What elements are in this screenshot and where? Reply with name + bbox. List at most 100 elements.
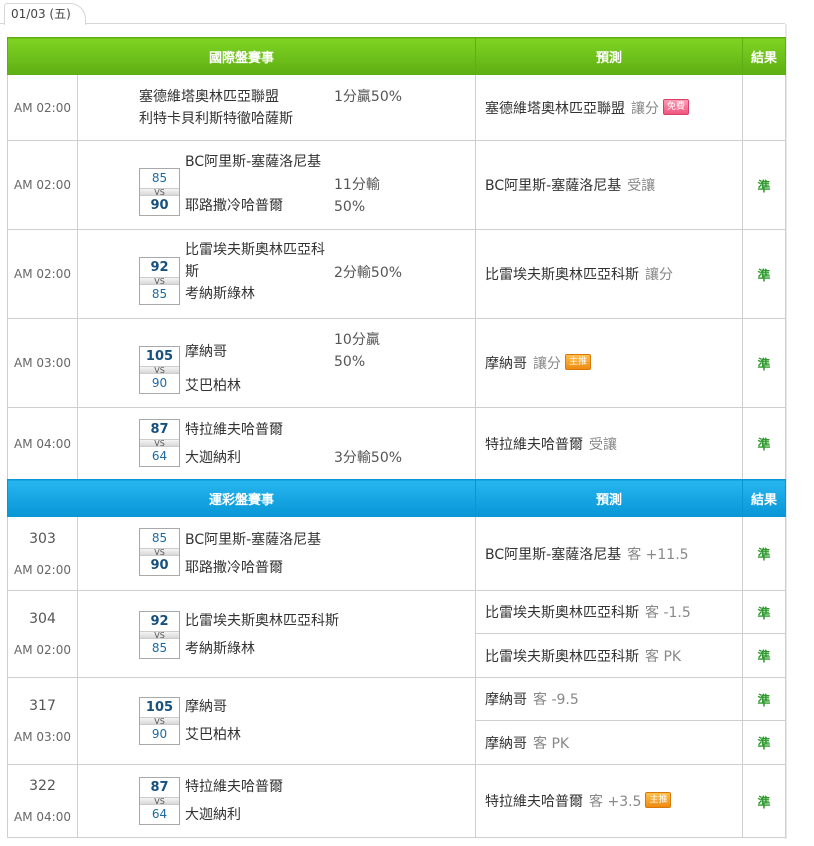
pred-pick: 受讓 [589, 436, 618, 453]
lottery-pred-header: 預測 [475, 479, 744, 517]
prediction-cell: 比雷埃夫斯奧林匹亞科斯客 PK [475, 633, 744, 678]
home-team[interactable]: BC阿里斯-塞薩洛尼基 [185, 151, 321, 173]
prediction-cell: 特拉維夫哈普爾客 +3.5 主推 [475, 764, 744, 838]
match-time: AM 02:00 [14, 562, 71, 577]
away-team[interactable]: 利特卡貝利斯特徹哈薩斯 [139, 108, 293, 130]
pred-team: BC阿里斯-塞薩洛尼基 [485, 546, 622, 563]
away-team[interactable]: 耶路撒冷哈普爾 [185, 195, 321, 217]
prediction-cell: 比雷埃夫斯奧林匹亞科斯客 -1.5 [475, 590, 744, 634]
pred-pick: 讓分 [645, 267, 674, 283]
home-score: 105 [145, 349, 174, 364]
result-cell: 準 [742, 633, 787, 678]
featured-badge: 主推 [645, 792, 672, 808]
pred-team: 摩納哥 [485, 735, 528, 752]
vs-label: VS [140, 439, 179, 448]
teams: BC阿里斯-塞薩洛尼基 耶路撒冷哈普爾 [185, 151, 321, 217]
home-team[interactable]: 塞德維塔奧林匹亞聯盟 [139, 86, 293, 108]
table-row: 303 AM 02:00 85 VS 90 BC阿里斯-塞薩洛尼基 耶路撒冷哈普… [7, 516, 787, 591]
match-time: AM 02:00 [7, 229, 78, 319]
home-team[interactable]: 摩納哥 [185, 696, 241, 718]
match-time-cell: 322 AM 04:00 [7, 764, 78, 838]
match-cell: 87 VS 64 特拉維夫哈普爾 大迦納利 [76, 764, 477, 838]
home-score: 85 [151, 531, 168, 545]
pred-pick: 讓分 [631, 100, 660, 117]
table-row: AM 02:00 塞德維塔奧林匹亞聯盟 利特卡貝利斯特徹哈薩斯 1分贏50% 塞… [7, 74, 787, 141]
teams: 摩納哥 艾巴柏林 [185, 341, 241, 397]
date-tab[interactable]: 01/03 (五) [4, 3, 86, 25]
prediction-cell: 特拉維夫哈普爾 受讓 [475, 407, 744, 480]
away-team[interactable]: 艾巴柏林 [185, 375, 241, 397]
home-team[interactable]: 比雷埃夫斯奧林匹亞科斯 [185, 610, 339, 632]
match-time: AM 02:00 [7, 140, 78, 230]
away-score: 64 [151, 807, 168, 821]
home-team[interactable]: 特拉維夫哈普爾 [185, 419, 283, 441]
away-team[interactable]: 艾巴柏林 [185, 724, 241, 746]
date-tab-bar: 01/03 (五) [0, 0, 785, 25]
prediction-cell: 摩納哥客 PK [475, 720, 744, 765]
odds-line-2: 50% [334, 354, 366, 370]
match-cell: 87 VS 64 特拉維夫哈普爾 大迦納利 3分輸50% [76, 407, 477, 480]
home-team[interactable]: BC阿里斯-塞薩洛尼基 [185, 529, 321, 551]
odds-line-2: 50% [334, 199, 366, 215]
home-score: 87 [150, 780, 169, 795]
prediction-cell: BC阿里斯-塞薩洛尼基 受讓 [475, 140, 744, 230]
vs-label: VS [140, 188, 179, 197]
score-box: 105 VS 90 [139, 346, 180, 394]
away-team[interactable]: 考納斯綠林 [185, 638, 339, 660]
score-box: 87 VS 64 [139, 777, 180, 825]
score-box: 85 VS 90 [139, 528, 180, 576]
pred-pick: 客 PK [533, 735, 570, 752]
pred-team: 特拉維夫哈普爾 [485, 794, 584, 810]
table-row: AM 02:00 85 VS 90 BC阿里斯-塞薩洛尼基 耶路撒冷哈普爾 11… [7, 140, 787, 230]
away-team[interactable]: 大迦納利 [185, 804, 283, 826]
pred-pick: 客 +3.5 [589, 794, 642, 810]
result-cell: 準 [742, 764, 787, 838]
pred-team: 比雷埃夫斯奧林匹亞科斯 [485, 267, 640, 283]
vs-label: VS [140, 277, 179, 286]
prediction-cell: 摩納哥 讓分 主推 [475, 318, 744, 408]
game-code: 322 [29, 778, 56, 794]
teams: 塞德維塔奧林匹亞聯盟 利特卡貝利斯特徹哈薩斯 [139, 86, 293, 130]
result-cell: 準 [742, 140, 787, 230]
match-time: AM 03:00 [7, 318, 78, 408]
prediction-cell: 比雷埃夫斯奧林匹亞科斯 讓分 [475, 229, 744, 319]
game-code: 317 [29, 698, 56, 714]
away-score: 90 [151, 727, 168, 741]
home-score: 87 [150, 422, 169, 437]
score-box: 105 VS 90 [139, 697, 180, 745]
odds-line-1: 10分贏 [334, 332, 380, 348]
intl-header-row: 國際盤賽事 預測 結果 [6, 37, 787, 75]
table-row: AM 03:00 105 VS 90 摩納哥 艾巴柏林 10分贏 50% 摩納哥… [7, 318, 787, 408]
match-time-cell: 317 AM 03:00 [7, 677, 78, 765]
lottery-result-header: 結果 [742, 479, 787, 517]
home-team[interactable]: 摩納哥 [185, 341, 241, 363]
lottery-title: 運彩盤賽事 [6, 479, 477, 517]
teams: 特拉維夫哈普爾 大迦納利 [185, 419, 283, 469]
home-score: 92 [150, 614, 169, 629]
teams: 比雷埃夫斯奧林匹亞科斯 考納斯綠林 [185, 610, 339, 660]
intl-title: 國際盤賽事 [6, 37, 477, 75]
table-row: 317 AM 03:00 105 VS 90 摩納哥 艾巴柏林 摩納哥 客 -9.… [7, 677, 787, 765]
match-cell: 92 VS 85 比雷埃夫斯奧林匹亞科 斯 考納斯綠林 2分輸50% [76, 229, 477, 319]
home-team[interactable]: 比雷埃夫斯奧林匹亞科 [185, 239, 325, 261]
home-team-cont[interactable]: 斯 [185, 261, 325, 283]
odds: 2分輸50% [334, 265, 403, 281]
table-row: 322 AM 04:00 87 VS 64 特拉維夫哈普爾 大迦納利 特拉維夫哈… [7, 764, 787, 838]
away-team[interactable]: 耶路撒冷哈普爾 [185, 557, 321, 579]
away-score: 64 [151, 449, 168, 463]
featured-badge: 主推 [565, 354, 592, 370]
away-team[interactable]: 考納斯綠林 [185, 283, 325, 305]
intl-result-header: 結果 [742, 37, 787, 75]
teams: BC阿里斯-塞薩洛尼基 耶路撒冷哈普爾 [185, 529, 321, 579]
match-cell: 塞德維塔奧林匹亞聯盟 利特卡貝利斯特徹哈薩斯 1分贏50% [76, 74, 477, 141]
match-cell: 105 VS 90 摩納哥 艾巴柏林 10分贏 50% [76, 318, 477, 408]
prediction-cell: BC阿里斯-塞薩洛尼基客 +11.5 [475, 516, 744, 591]
home-team[interactable]: 特拉維夫哈普爾 [185, 776, 283, 798]
pred-pick: 客 -9.5 [533, 692, 579, 708]
pred-team: 比雷埃夫斯奧林匹亞科斯 [485, 648, 640, 665]
away-score: 90 [151, 376, 168, 390]
pred-team: BC阿里斯-塞薩洛尼基 [485, 178, 622, 194]
pred-team: 特拉維夫哈普爾 [485, 436, 584, 453]
away-team[interactable]: 大迦納利 [185, 447, 283, 469]
result-cell: 準 [742, 318, 787, 408]
